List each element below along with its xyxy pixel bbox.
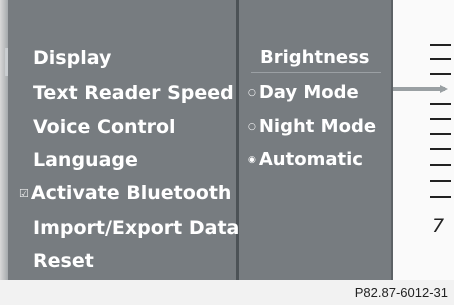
menu-item-voice-control[interactable]: Voice Control (33, 115, 176, 139)
menu-item-language[interactable]: Language (33, 148, 138, 172)
scale-tick (430, 118, 451, 120)
brightness-slider-area[interactable] (393, 0, 454, 280)
option-day-mode[interactable]: ○ Day Mode (248, 81, 359, 105)
scale-tick (430, 58, 451, 60)
menu-item-label: Import/Export Data (33, 217, 240, 239)
scale-tick (430, 103, 451, 105)
brightness-panel (239, 0, 391, 280)
slider-pointer-tip[interactable] (440, 85, 448, 93)
radio-empty-icon[interactable]: ○ (248, 88, 256, 98)
menu-item-label: Reset (33, 250, 94, 272)
menu-item-import-export-data[interactable]: Import/Export Data (33, 216, 239, 240)
menu-item-label: Text Reader Speed (33, 82, 234, 104)
menu-item-label: Language (33, 149, 138, 171)
option-automatic[interactable]: ◉ Automatic (248, 148, 363, 172)
menu-item-label: Voice Control (33, 116, 176, 138)
checkbox-checked-icon[interactable]: ☑ (19, 187, 29, 200)
scale-tick (430, 196, 451, 198)
settings-screen: Display Text Reader Speed Voice Control … (0, 0, 454, 280)
radio-empty-icon[interactable]: ○ (248, 122, 256, 132)
scale-tick (430, 133, 451, 135)
option-night-mode[interactable]: ○ Night Mode (248, 115, 376, 139)
scale-tick (430, 73, 451, 75)
option-label: Day Mode (258, 82, 359, 103)
slider-pointer[interactable] (393, 87, 445, 91)
menu-item-text-reader-speed[interactable]: Text Reader Speed (33, 81, 234, 105)
menu-item-label: Activate Bluetooth (30, 182, 232, 204)
scale-tick (430, 164, 451, 166)
scale-tick (430, 148, 451, 150)
left-shadow (0, 0, 8, 280)
menu-item-label: Display (33, 47, 112, 69)
menu-item-display[interactable]: Display (33, 46, 111, 70)
scale-number: 7 (432, 215, 445, 237)
title-rule (251, 72, 381, 73)
option-label: Automatic (258, 149, 363, 170)
image-reference-code: P82.87-6012-31 (354, 285, 448, 300)
scale-tick (430, 44, 451, 46)
menu-item-activate-bluetooth[interactable]: ☑ Activate Bluetooth (19, 181, 231, 206)
radio-selected-icon[interactable]: ◉ (248, 155, 256, 165)
option-label: Night Mode (258, 116, 377, 137)
brightness-title: Brightness (260, 47, 370, 68)
scale-tick (430, 180, 451, 182)
menu-item-reset[interactable]: Reset (33, 249, 94, 273)
